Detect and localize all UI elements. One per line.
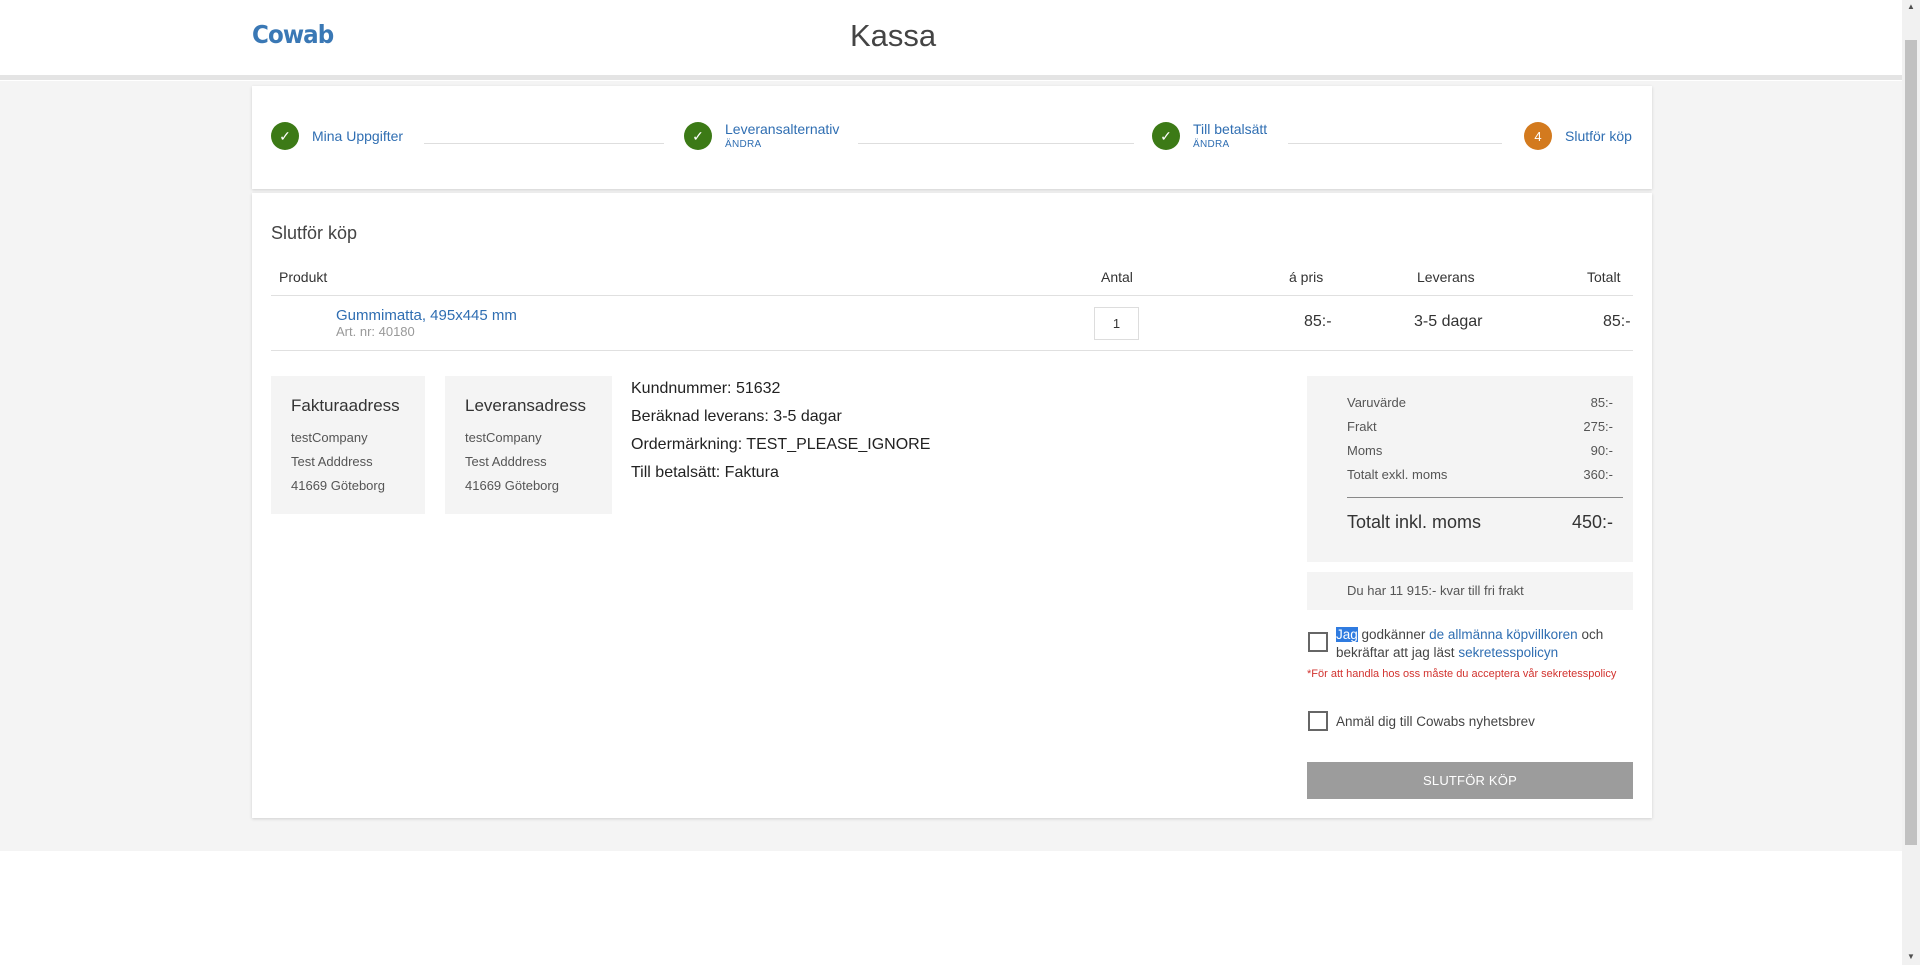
checkout-card: Slutför köp Produkt Antal á pris Leveran… bbox=[252, 193, 1652, 818]
privacy-policy-link[interactable]: sekretesspolicyn bbox=[1458, 645, 1558, 660]
step-label: Mina Uppgifter bbox=[312, 128, 404, 144]
summary-value: 360:- bbox=[1583, 467, 1613, 482]
quantity-input[interactable] bbox=[1094, 307, 1139, 340]
table-divider bbox=[271, 295, 1633, 296]
summary-total: Totalt inkl. moms 450:- bbox=[1347, 512, 1613, 533]
summary-label: Varuvärde bbox=[1347, 395, 1407, 410]
total-label: Totalt inkl. moms bbox=[1347, 512, 1482, 532]
site-header: Cowab Kassa bbox=[0, 0, 1902, 80]
summary-freight: Frakt 275:- bbox=[1347, 419, 1613, 434]
scroll-thumb[interactable] bbox=[1905, 40, 1917, 845]
section-title: Slutför köp bbox=[271, 223, 358, 243]
scroll-up-icon[interactable]: ▲ bbox=[1906, 2, 1916, 11]
summary-value: 275:- bbox=[1583, 419, 1613, 434]
column-quantity: Antal bbox=[1101, 269, 1133, 285]
column-product: Produkt bbox=[279, 269, 328, 285]
step-leveransalternativ[interactable]: ✓ Leveransalternativ ÄNDRA bbox=[684, 122, 839, 150]
table-divider bbox=[271, 350, 1633, 351]
customer-number: Kundnummer: 51632 bbox=[631, 380, 781, 397]
shipping-title: Leveransadress bbox=[465, 396, 586, 415]
check-icon: ✓ bbox=[1152, 122, 1180, 150]
summary-divider bbox=[1347, 497, 1623, 498]
summary-vat: Moms 90:- bbox=[1347, 443, 1613, 458]
product-link[interactable]: Gummimatta, 495x445 mm bbox=[336, 307, 517, 324]
step-slutfor-kop: 4 Slutför köp bbox=[1524, 122, 1632, 150]
newsletter-checkbox[interactable] bbox=[1308, 711, 1328, 731]
summary-value: 85:- bbox=[1590, 395, 1613, 410]
step-connector bbox=[858, 143, 1134, 144]
payment-method: Till betalsätt: Faktura bbox=[631, 464, 779, 481]
shipping-street: Test Adddress bbox=[465, 454, 547, 469]
line-total: 85:- bbox=[1603, 313, 1631, 330]
page-title: Kassa bbox=[850, 18, 937, 53]
unit-price: 85:- bbox=[1304, 313, 1332, 330]
step-mina-uppgifter[interactable]: ✓ Mina Uppgifter bbox=[271, 122, 403, 150]
change-link[interactable]: ÄNDRA bbox=[725, 140, 839, 150]
order-summary: Varuvärde 85:- Frakt 275:- Moms 90:- Tot… bbox=[1307, 376, 1633, 562]
check-icon: ✓ bbox=[684, 122, 712, 150]
step-connector bbox=[1288, 143, 1502, 144]
shipping-city: 41669 Göteborg bbox=[465, 478, 559, 493]
change-link[interactable]: ÄNDRA bbox=[1193, 140, 1267, 150]
free-shipping-notice: Du har 11 915:- kvar till fri frakt bbox=[1307, 572, 1633, 610]
scroll-down-icon[interactable]: ▼ bbox=[1906, 952, 1916, 961]
summary-excl-vat: Totalt exkl. moms 360:- bbox=[1347, 467, 1613, 482]
summary-label: Totalt exkl. moms bbox=[1347, 467, 1448, 482]
billing-company: testCompany bbox=[291, 430, 368, 445]
newsletter-label[interactable]: Anmäl dig till Cowabs nyhetsbrev bbox=[1336, 714, 1535, 729]
shipping-company: testCompany bbox=[465, 430, 542, 445]
terms-highlighted-word: Jag bbox=[1336, 627, 1358, 642]
step-connector bbox=[424, 143, 664, 144]
billing-address: Fakturaadress testCompany Test Adddress … bbox=[271, 376, 425, 514]
checkout-steps: ✓ Mina Uppgifter ✓ Leveransalternativ ÄN… bbox=[252, 86, 1652, 189]
billing-title: Fakturaadress bbox=[291, 396, 400, 415]
column-unit-price: á pris bbox=[1289, 269, 1324, 285]
product-art-number: Art. nr: 40180 bbox=[336, 324, 415, 339]
summary-goods: Varuvärde 85:- bbox=[1347, 395, 1613, 410]
cowab-logo[interactable]: Cowab bbox=[252, 20, 334, 49]
total-value: 450:- bbox=[1571, 512, 1613, 532]
complete-purchase-button[interactable]: SLUTFÖR KÖP bbox=[1307, 762, 1633, 799]
step-label: Leveransalternativ bbox=[725, 121, 840, 137]
step-till-betalsatt[interactable]: ✓ Till betalsätt ÄNDRA bbox=[1152, 122, 1267, 150]
estimated-delivery: Beräknad leverans: 3-5 dagar bbox=[631, 408, 842, 425]
step-label: Slutför köp bbox=[1565, 128, 1632, 144]
order-marking: Ordermärkning: TEST_PLEASE_IGNORE bbox=[631, 436, 931, 453]
terms-checkbox[interactable] bbox=[1308, 632, 1328, 652]
shipping-address: Leveransadress testCompany Test Adddress… bbox=[445, 376, 612, 514]
terms-link[interactable]: de allmänna köpvillkoren bbox=[1429, 627, 1578, 642]
order-info: Kundnummer: 51632 Beräknad leverans: 3-5… bbox=[631, 375, 930, 487]
step-label: Till betalsätt bbox=[1193, 121, 1268, 137]
check-icon: ✓ bbox=[271, 122, 299, 150]
delivery-time: 3-5 dagar bbox=[1414, 313, 1483, 330]
billing-street: Test Adddress bbox=[291, 454, 373, 469]
terms-text-part: godkänner bbox=[1357, 627, 1430, 642]
summary-label: Moms bbox=[1347, 443, 1383, 458]
billing-city: 41669 Göteborg bbox=[291, 478, 385, 493]
summary-label: Frakt bbox=[1347, 419, 1377, 434]
terms-label: Jag godkänner de allmänna köpvillkoren o… bbox=[1336, 626, 1636, 662]
summary-value: 90:- bbox=[1590, 443, 1613, 458]
column-total: Totalt bbox=[1587, 269, 1621, 285]
scrollbar[interactable]: ▲ ▼ bbox=[1902, 0, 1920, 965]
terms-error: *För att handla hos oss måste du accepte… bbox=[1307, 668, 1617, 680]
step-number-badge: 4 bbox=[1524, 122, 1552, 150]
column-delivery: Leverans bbox=[1417, 269, 1475, 285]
